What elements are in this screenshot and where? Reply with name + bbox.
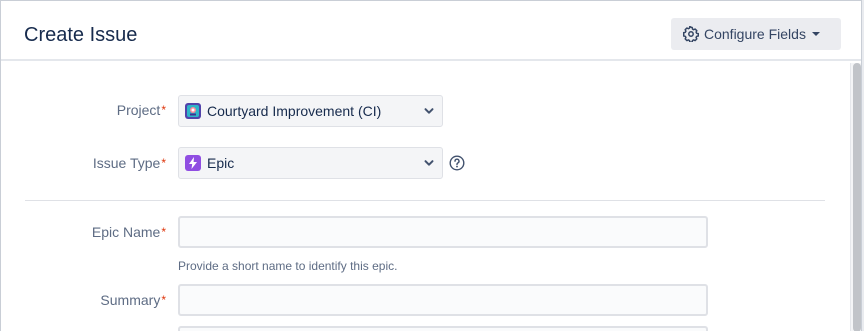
epic-name-input[interactable]: [178, 216, 708, 248]
epic-name-label: Epic Name*: [1, 222, 166, 242]
next-field-input-partial[interactable]: [178, 326, 708, 331]
summary-label-text: Summary: [100, 292, 161, 308]
configure-fields-label: Configure Fields: [704, 26, 806, 42]
scrollbar-thumb[interactable]: [853, 63, 861, 331]
epic-name-label-text: Epic Name: [91, 224, 161, 240]
summary-label: Summary*: [1, 290, 166, 310]
project-select[interactable]: Courtyard Improvement (CI): [178, 95, 443, 127]
issue-type-value: Epic: [207, 155, 235, 171]
project-label: Project*: [1, 100, 166, 120]
issue-type-label: Issue Type*: [1, 153, 166, 173]
dialog-header: Create Issue Configure Fields: [1, 1, 861, 61]
configure-fields-button[interactable]: Configure Fields: [671, 18, 841, 50]
chevron-down-icon: [424, 158, 434, 168]
chevron-down-icon: [424, 106, 434, 116]
epic-lightning-icon: [185, 155, 201, 171]
required-marker: *: [161, 103, 166, 117]
project-avatar-icon: [185, 103, 201, 119]
question-circle-icon[interactable]: [449, 155, 465, 171]
issue-type-label-text: Issue Type: [92, 155, 161, 171]
summary-input[interactable]: [178, 284, 708, 316]
required-marker: *: [161, 156, 166, 170]
issue-type-select[interactable]: Epic: [178, 147, 443, 179]
create-issue-dialog: Create Issue Configure Fields Project* C…: [0, 0, 862, 331]
required-marker: *: [161, 225, 166, 239]
epic-name-hint: Provide a short name to identify this ep…: [178, 259, 398, 273]
required-marker: *: [161, 293, 166, 307]
dialog-scrollbar[interactable]: [850, 63, 861, 331]
project-label-text: Project: [116, 102, 161, 118]
caret-down-icon: [811, 30, 820, 38]
dialog-title: Create Issue: [24, 24, 138, 46]
project-value: Courtyard Improvement (CI): [207, 103, 382, 119]
section-divider: [25, 200, 825, 201]
gear-icon: [683, 26, 699, 42]
